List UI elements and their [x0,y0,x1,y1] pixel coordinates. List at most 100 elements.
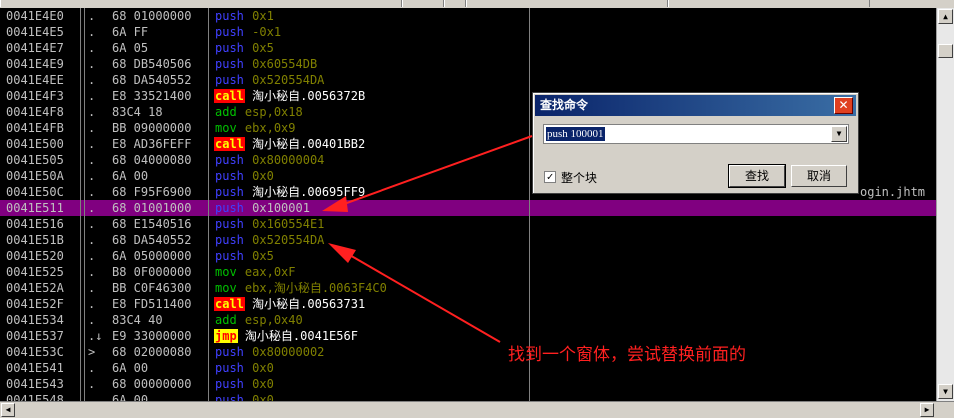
instruction-operand: 0x520554DA [252,73,325,87]
row-marker: . [88,89,96,103]
row-address: 0041E520 [6,249,64,263]
listing-row[interactable]: 0041E4E7. 6A 05 push 0x5 [0,40,936,56]
scroll-down-icon[interactable]: ▼ [938,384,953,399]
row-instruction: push 0x5 [214,40,526,56]
listing-row[interactable]: 0041E520. 6A 05000000 push 0x5 [0,248,936,264]
listing-row[interactable]: 0041E4EE. 68 DA540552 push 0x520554DA [0,72,936,88]
listing-row[interactable]: 0041E4E5. 6A FF push -0x1 [0,24,936,40]
listing-row[interactable]: 0041E516. 68 E1540516 push 0x160554E1 [0,216,936,232]
row-hex-bytes: E8 FD511400 [112,297,192,311]
row-hex-bytes: BB C0F46300 [112,281,192,295]
listing-row[interactable]: 0041E52F. E8 FD511400 call 淘小秘自.00563731 [0,296,936,312]
instruction-mnemonic: push [215,9,244,23]
vertical-scrollbar[interactable]: ▲ ▼ [936,8,954,401]
row-marker: . [88,297,96,311]
horizontal-scrollbar[interactable]: ◀ ▶ [0,401,954,418]
instruction-mnemonic: jmp [214,329,238,343]
scroll-thumb[interactable] [938,44,953,58]
listing-row[interactable]: 0041E52A. BB C0F46300 mov ebx,淘小秘自.0063F4C… [0,280,936,296]
listing-row[interactable]: 0041E53C >68 02000080 push 0x80000002 [0,344,936,360]
row-instruction: push 0x160554E1 [214,216,526,232]
row-marker: . [88,9,96,23]
close-icon[interactable]: ✕ [834,97,853,114]
instruction-operand: 淘小秘自.0056372B [252,89,366,103]
instruction-mnemonic: push [215,361,244,375]
instruction-operand: ebx,0x9 [244,121,296,135]
row-instruction: push 0x520554DA [214,232,526,248]
row-marker: . [88,249,96,263]
instruction-operand: 淘小秘自.0041E56F [244,329,358,343]
row-address: 0041E4FB [6,121,64,135]
find-button[interactable]: 查找 [728,164,786,188]
row-hex-bytes: 6A 00 [112,169,149,183]
instruction-mnemonic: push [215,345,244,359]
row-hex-bytes: BB 09000000 [112,121,192,135]
instruction-operand: 0x100001 [252,201,310,215]
row-instruction: push 0x60554DB [214,56,526,72]
listing-row[interactable]: 0041E4E9. 68 DB540506 push 0x60554DB [0,56,936,72]
row-marker: . [88,377,96,391]
instruction-operand: 淘小秘自.00695FF9 [252,185,366,199]
row-address: 0041E4E0 [6,9,64,23]
row-instruction: call 淘小秘自.0056372B [214,88,526,104]
instruction-operand: 0x0 [252,377,274,391]
listing-row[interactable]: 0041E511. 68 01001000 push 0x100001 [0,200,936,216]
row-instruction: push 0x80000002 [214,344,526,360]
instruction-operand: 淘小秘自.00563731 [252,297,366,311]
listing-row[interactable]: 0041E541. 6A 00 push 0x0 [0,360,936,376]
dialog-titlebar[interactable]: 查找命令 ✕ [535,95,856,116]
row-instruction: push 0x0 [214,360,526,376]
row-hex-bytes: E8 33521400 [112,89,192,103]
row-marker: . [88,41,96,55]
listing-row[interactable]: 0041E4E0. 68 01000000 push 0x1 [0,8,936,24]
row-marker: . [88,57,96,71]
command-input[interactable]: push 100001 [546,127,605,141]
listing-row[interactable]: 0041E537 .↓ E9 33000000 jmp 淘小秘自.0041E56F [0,328,936,344]
instruction-operand: 0x60554DB [252,57,318,71]
cancel-button[interactable]: 取消 [791,165,847,187]
row-address: 0041E53C [6,345,64,359]
instruction-operand: esp,0x18 [244,105,303,119]
row-marker: . [88,281,96,295]
row-hex-bytes: 68 DA540552 [112,73,192,87]
row-address: 0041E52A [6,281,64,295]
listing-row[interactable]: 0041E525. B8 0F000000 mov eax,0xF [0,264,936,280]
row-address: 0041E534 [6,313,64,327]
row-address: 0041E4E9 [6,57,64,71]
listing-row[interactable]: 0041E543. 68 00000000 push 0x0 [0,376,936,392]
instruction-operand: 0x0 [252,169,274,183]
row-address: 0041E525 [6,265,64,279]
instruction-mnemonic: push [215,185,244,199]
disassembly-listing[interactable]: 0041E4E0. 68 01000000 push 0x1 0041E4E5. 6A … [0,8,936,409]
scroll-right-icon[interactable]: ▶ [920,403,934,417]
toolbar-segment [668,0,870,7]
row-marker: . [88,361,96,375]
row-marker: . [88,153,96,167]
instruction-operand: 0x1 [252,9,274,23]
row-instruction: push 0x5 [214,248,526,264]
listing-row[interactable]: 0041E534. 83C4 40 add esp,0x40 [0,312,936,328]
scroll-up-icon[interactable]: ▲ [938,9,953,24]
row-instruction: push 0x80000004 [214,152,526,168]
entire-block-checkbox[interactable]: ✓ [544,171,556,183]
row-hex-bytes: E9 33000000 [112,329,192,343]
instruction-mnemonic: push [215,169,244,183]
scroll-left-icon[interactable]: ◀ [1,403,15,417]
listing-row[interactable]: 0041E51B. 68 DA540552 push 0x520554DA [0,232,936,248]
row-instruction: push 0x0 [214,376,526,392]
row-hex-bytes: 6A FF [112,25,149,39]
chevron-down-icon[interactable]: ▼ [831,126,847,142]
row-marker: . [88,233,96,247]
row-marker: . [88,265,96,279]
row-marker: . [88,121,96,135]
instruction-mnemonic: push [215,249,244,263]
instruction-mnemonic: push [215,73,244,87]
instruction-mnemonic: call [214,137,245,151]
instruction-mnemonic: push [215,57,244,71]
instruction-operand: esp,0x40 [244,313,303,327]
command-combobox[interactable]: push 100001 ▼ [543,124,849,144]
instruction-mnemonic: push [215,25,244,39]
instruction-mnemonic: push [215,201,244,215]
row-hex-bytes: 68 F95F6900 [112,185,192,199]
row-hex-bytes: 68 00000000 [112,377,192,391]
